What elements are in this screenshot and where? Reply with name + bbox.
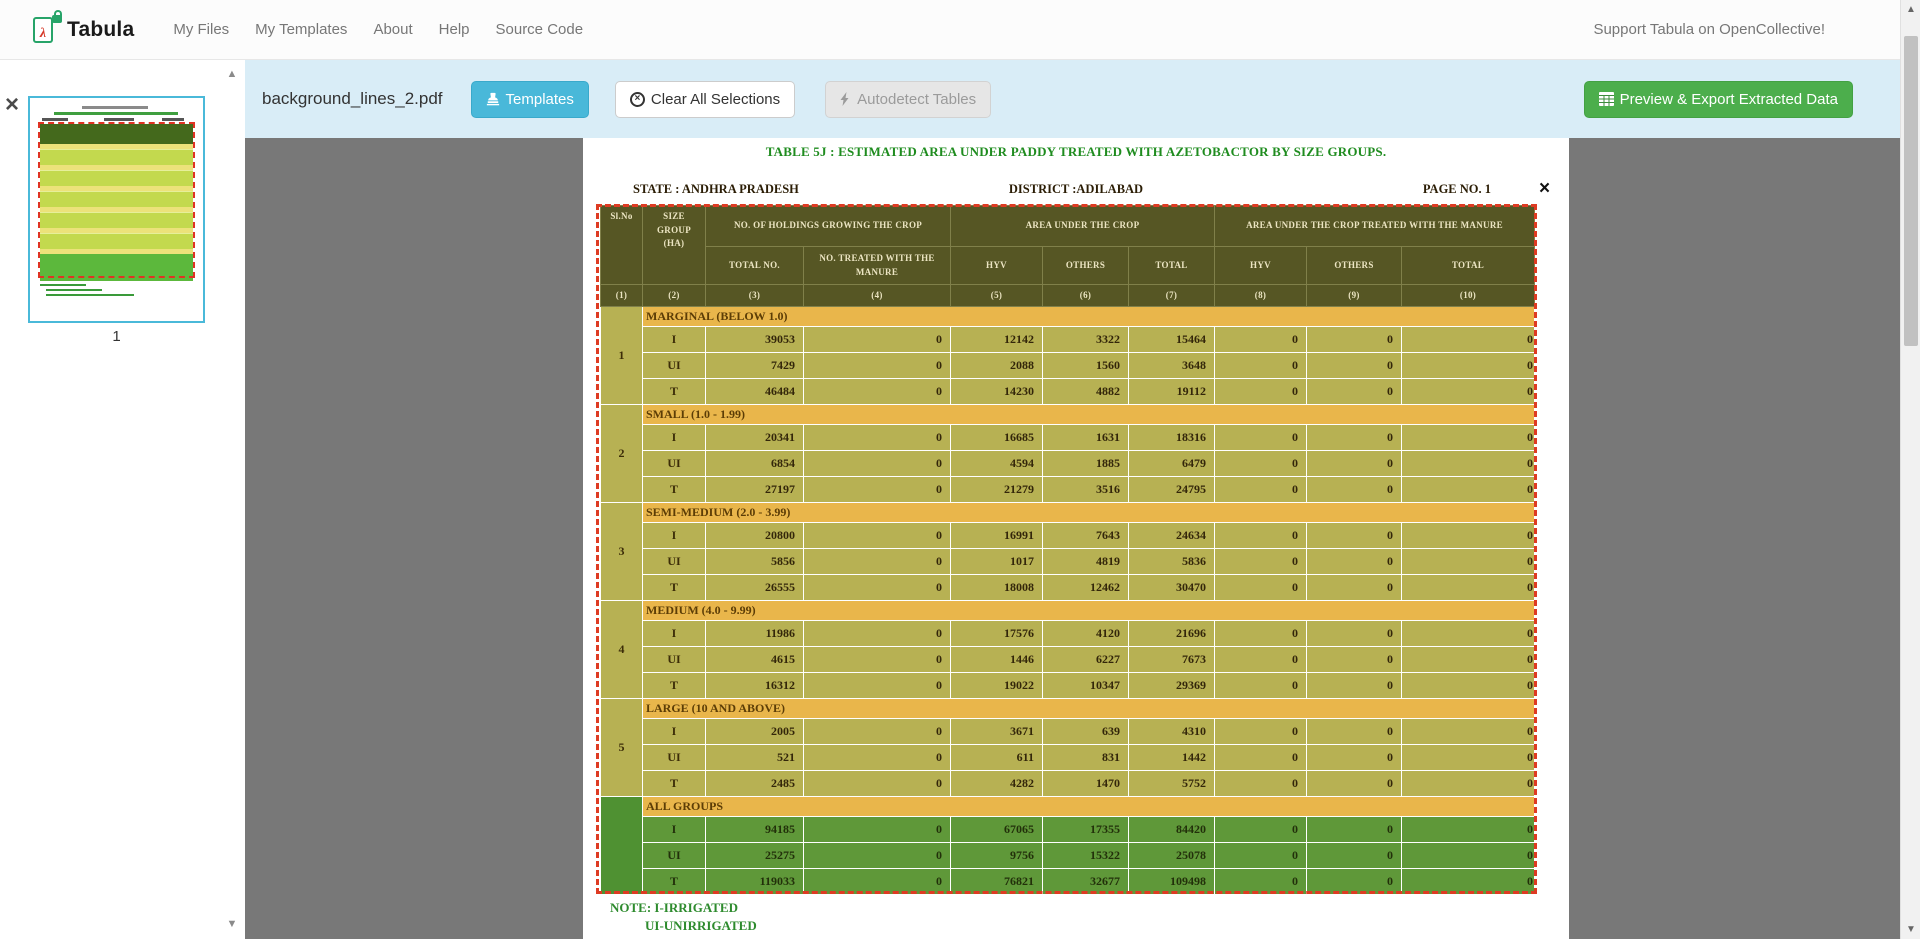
thumbnail-table-preview (40, 124, 193, 276)
document-district-label: DISTRICT :ADILABAD (583, 182, 1569, 197)
document-table-title: TABLE 5J : ESTIMATED AREA UNDER PADDY TR… (583, 144, 1569, 160)
thumbnail-subtitle-line (54, 112, 178, 115)
page-thumbnail-sidebar: × 1 ▲ ▼ (0, 60, 245, 939)
templates-button-label: Templates (506, 91, 574, 108)
autodetect-button-label: Autodetect Tables (857, 91, 976, 108)
thumbnail-selection-outline (38, 122, 195, 278)
clear-selections-icon: × (630, 92, 645, 107)
thumbnail-note-line (46, 294, 134, 296)
document-note-line-2: UI-UNIRRIGATED (645, 918, 757, 934)
nav-link-my-templates[interactable]: My Templates (242, 11, 360, 48)
tabula-pdf-logo-icon: λ (33, 14, 59, 45)
scroll-down-icon[interactable]: ▼ (1901, 924, 1920, 935)
lock-icon (52, 15, 62, 23)
scroll-up-icon[interactable]: ▲ (1901, 4, 1920, 15)
thumbnail-title-line (82, 106, 148, 109)
pdf-page-icon: λ (33, 17, 53, 43)
document-note-line-1: NOTE: I-IRRIGATED (610, 900, 738, 916)
nav-link-my-files[interactable]: My Files (160, 11, 242, 48)
thumbnail-meta-line (162, 118, 184, 121)
export-button-label: Preview & Export Extracted Data (1620, 91, 1838, 108)
templates-button[interactable]: Templates (471, 81, 589, 118)
nav-link-source-code[interactable]: Source Code (483, 11, 597, 48)
thumbnail-note-line (46, 289, 102, 291)
templates-stamp-icon (486, 92, 500, 106)
pdf-viewer-area: TABLE 5J : ESTIMATED AREA UNDER PADDY TR… (245, 138, 1900, 939)
brand-name[interactable]: Tabula (67, 18, 134, 42)
scroll-up-icon[interactable]: ▲ (222, 68, 242, 80)
thumbnail-note-line (40, 284, 86, 286)
document-page-label: PAGE NO. 1 (1423, 182, 1491, 197)
selection-box[interactable] (596, 204, 1537, 894)
open-file-name: background_lines_2.pdf (262, 89, 443, 109)
selection-close-icon[interactable]: × (1539, 178, 1550, 200)
pdf-lambda-glyph: λ (40, 26, 46, 41)
autodetect-tables-button[interactable]: Autodetect Tables (825, 81, 991, 118)
page-thumbnail[interactable] (28, 96, 205, 323)
thumbnail-meta-line (42, 118, 68, 121)
support-link[interactable]: Support Tabula on OpenCollective! (1593, 21, 1825, 38)
scrollbar-thumb[interactable] (1904, 36, 1918, 346)
tabula-brand[interactable]: λ Tabula (33, 14, 134, 45)
thumbnail-meta-line (104, 118, 134, 121)
main-scrollbar[interactable]: ▲ ▼ (1900, 0, 1920, 939)
close-icon[interactable]: × (5, 94, 19, 116)
nav-link-about[interactable]: About (360, 11, 425, 48)
scroll-down-icon[interactable]: ▼ (222, 918, 242, 930)
toolbar: background_lines_2.pdf Templates × Clear… (245, 60, 1900, 138)
top-navbar: λ Tabula My Files My Templates About Hel… (0, 0, 1900, 60)
clear-all-selections-button[interactable]: × Clear All Selections (615, 81, 795, 118)
nav-link-help[interactable]: Help (426, 11, 483, 48)
spreadsheet-icon (1599, 92, 1614, 106)
pdf-page[interactable]: TABLE 5J : ESTIMATED AREA UNDER PADDY TR… (583, 138, 1569, 939)
lightning-icon (840, 92, 851, 106)
preview-export-button[interactable]: Preview & Export Extracted Data (1584, 81, 1853, 118)
thumbnail-page-number: 1 (28, 328, 205, 345)
nav-links: My Files My Templates About Help Source … (160, 11, 596, 48)
clear-button-label: Clear All Selections (651, 91, 780, 108)
